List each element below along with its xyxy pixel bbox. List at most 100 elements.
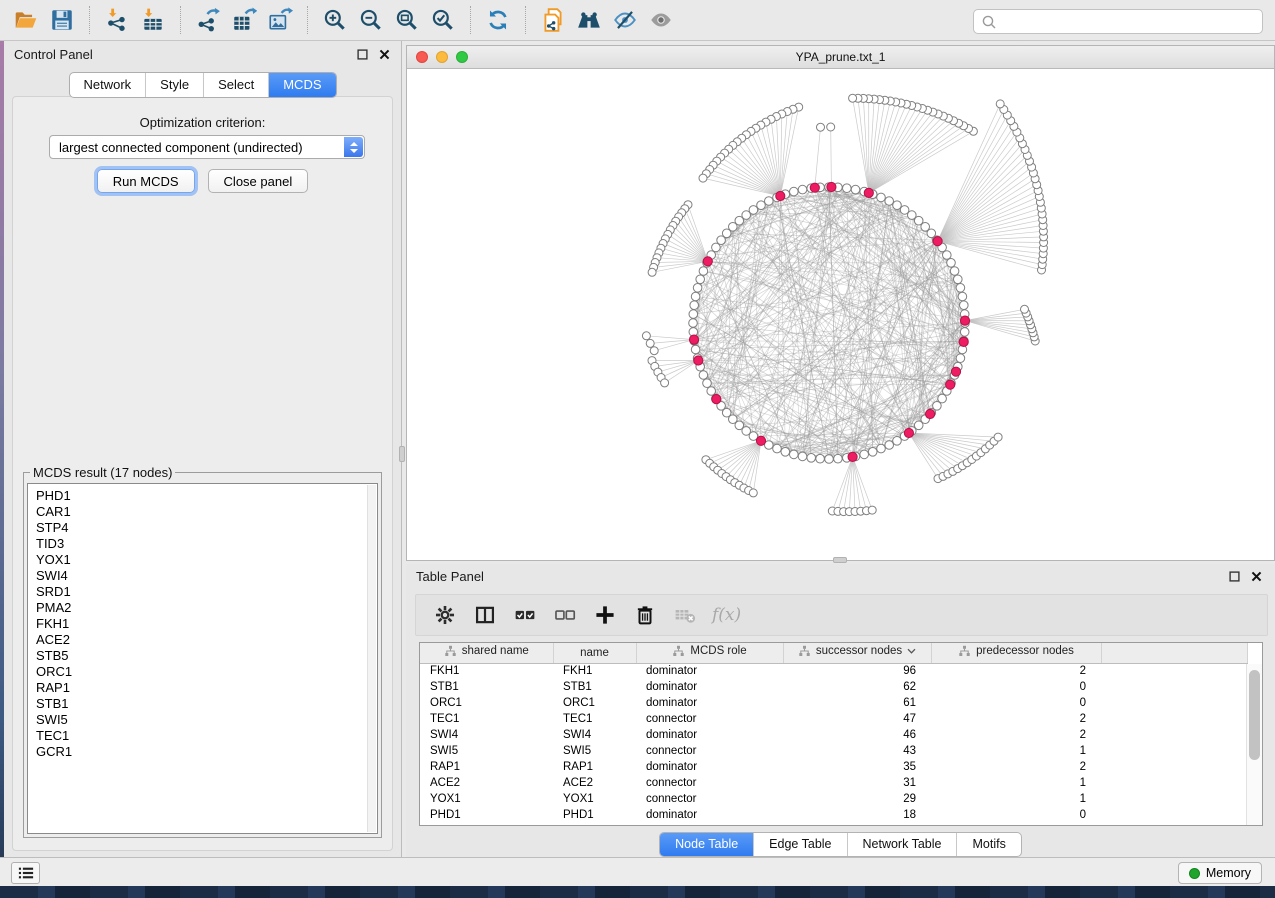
close-table-panel-button[interactable] [1250, 570, 1263, 583]
tab-edge-table[interactable]: Edge Table [753, 833, 846, 856]
refresh-layout-button[interactable] [480, 4, 516, 36]
export-image-button[interactable] [262, 4, 298, 36]
save-session-icon [49, 7, 75, 33]
mcds-result-item[interactable]: TID3 [36, 536, 377, 552]
mcds-result-item[interactable]: RAP1 [36, 680, 377, 696]
save-session-button[interactable] [44, 4, 80, 36]
gear-button[interactable] [432, 602, 458, 628]
table-row[interactable]: SWI4SWI4dominator462 [420, 727, 1247, 743]
search-icon [981, 14, 997, 30]
search-network-button[interactable] [571, 4, 607, 36]
tab-node-table[interactable]: Node Table [660, 833, 753, 856]
table-cell: 0 [931, 695, 1101, 711]
mcds-result-item[interactable]: CAR1 [36, 504, 377, 520]
mcds-result-item[interactable]: YOX1 [36, 552, 377, 568]
columns-button[interactable] [472, 602, 498, 628]
table-scrollbar[interactable] [1246, 664, 1262, 825]
control-panel-title: Control Panel [14, 47, 93, 62]
table-cell: dominator [636, 663, 783, 679]
mcds-result-item[interactable]: STB1 [36, 696, 377, 712]
zoom-in-button[interactable] [317, 4, 353, 36]
mcds-result-item[interactable]: TEC1 [36, 728, 377, 744]
mcds-result-item[interactable]: SWI4 [36, 568, 377, 584]
column-label: predecessor nodes [976, 645, 1074, 657]
export-table-button[interactable] [226, 4, 262, 36]
table-row[interactable]: FKH1FKH1dominator962 [420, 663, 1247, 679]
search-input[interactable] [1002, 15, 1255, 29]
table-cell: dominator [636, 695, 783, 711]
export-table-icon [231, 7, 257, 33]
column-header-successor-nodes[interactable]: successor nodes [783, 643, 931, 663]
task-history-button[interactable] [11, 862, 40, 884]
table-cell: connector [636, 711, 783, 727]
table-row[interactable]: ACE2ACE2connector311 [420, 775, 1247, 791]
import-network-button[interactable] [99, 4, 135, 36]
zoom-selected-button[interactable] [425, 4, 461, 36]
mcds-result-item[interactable]: STP4 [36, 520, 377, 536]
mcds-result-list[interactable]: PHD1CAR1STP4TID3YOX1SWI4SRD1PMA2FKH1ACE2… [27, 483, 378, 834]
show-all-button[interactable] [643, 4, 679, 36]
attribute-icon [672, 645, 685, 657]
mcds-result-item[interactable]: STB5 [36, 648, 377, 664]
mcds-list-scrollbar[interactable] [367, 485, 376, 832]
export-image-icon [267, 7, 293, 33]
table-cell: ACE2 [420, 775, 553, 791]
float-panel-button[interactable] [356, 48, 369, 61]
network-search-box[interactable] [973, 9, 1263, 34]
column-header-name[interactable]: name [553, 643, 636, 663]
mcds-result-item[interactable]: PHD1 [36, 488, 377, 504]
criterion-select[interactable]: largest connected component (undirected) [49, 135, 365, 159]
function-builder-button: f(x) [712, 605, 741, 625]
table-cell: dominator [636, 679, 783, 695]
tab-network-table[interactable]: Network Table [847, 833, 957, 856]
network-canvas[interactable] [407, 69, 1274, 560]
table-row[interactable]: SWI5SWI5connector431 [420, 743, 1247, 759]
column-header-mcds-role[interactable]: MCDS role [636, 643, 783, 663]
mcds-result-item[interactable]: FKH1 [36, 616, 377, 632]
column-header-predecessor-nodes[interactable]: predecessor nodes [931, 643, 1101, 663]
tab-motifs[interactable]: Motifs [956, 833, 1020, 856]
select-all-button[interactable] [512, 602, 538, 628]
column-header-shared-name[interactable]: shared name [420, 643, 553, 663]
import-table-button[interactable] [135, 4, 171, 36]
tab-network[interactable]: Network [69, 73, 145, 97]
mcds-result-item[interactable]: SRD1 [36, 584, 377, 600]
zoom-in-icon [322, 7, 348, 33]
table-row[interactable]: PHD1PHD1dominator180 [420, 807, 1247, 823]
table-scrollbar-thumb[interactable] [1249, 670, 1260, 760]
delete-table-button[interactable] [672, 602, 698, 628]
horizontal-splitter-handle[interactable] [833, 557, 847, 563]
table-row[interactable]: TEC1TEC1connector472 [420, 711, 1247, 727]
mcds-result-item[interactable]: GCR1 [36, 744, 377, 760]
float-table-panel-button[interactable] [1228, 570, 1241, 583]
close-control-panel-button[interactable] [378, 48, 391, 61]
deselect-all-button[interactable] [552, 602, 578, 628]
run-mcds-button[interactable]: Run MCDS [97, 169, 195, 193]
table-cell: 43 [783, 743, 931, 759]
open-session-button[interactable] [8, 4, 44, 36]
share-network-document-button[interactable] [535, 4, 571, 36]
export-network-button[interactable] [190, 4, 226, 36]
tab-style[interactable]: Style [145, 73, 203, 97]
hide-selected-button[interactable] [607, 4, 643, 36]
network-titlebar[interactable]: YPA_prune.txt_1 [407, 46, 1274, 69]
table-row[interactable]: ORC1ORC1dominator610 [420, 695, 1247, 711]
mcds-result-item[interactable]: SWI5 [36, 712, 377, 728]
table-row[interactable]: RAP1RAP1dominator352 [420, 759, 1247, 775]
table-cell: STB1 [420, 679, 553, 695]
mcds-result-item[interactable]: ORC1 [36, 664, 377, 680]
mcds-result-item[interactable]: ACE2 [36, 632, 377, 648]
delete-column-button[interactable] [632, 602, 658, 628]
memory-button[interactable]: Memory [1178, 862, 1262, 884]
vertical-splitter-handle[interactable] [399, 446, 405, 462]
close-mcds-panel-button[interactable]: Close panel [208, 169, 309, 193]
add-column-button[interactable] [592, 602, 618, 628]
table-row[interactable]: YOX1YOX1connector291 [420, 791, 1247, 807]
tab-select[interactable]: Select [203, 73, 268, 97]
zoom-out-button[interactable] [353, 4, 389, 36]
table-cell: connector [636, 743, 783, 759]
mcds-result-item[interactable]: PMA2 [36, 600, 377, 616]
tab-mcds[interactable]: MCDS [268, 73, 335, 97]
table-row[interactable]: STB1STB1dominator620 [420, 679, 1247, 695]
zoom-fit-button[interactable] [389, 4, 425, 36]
